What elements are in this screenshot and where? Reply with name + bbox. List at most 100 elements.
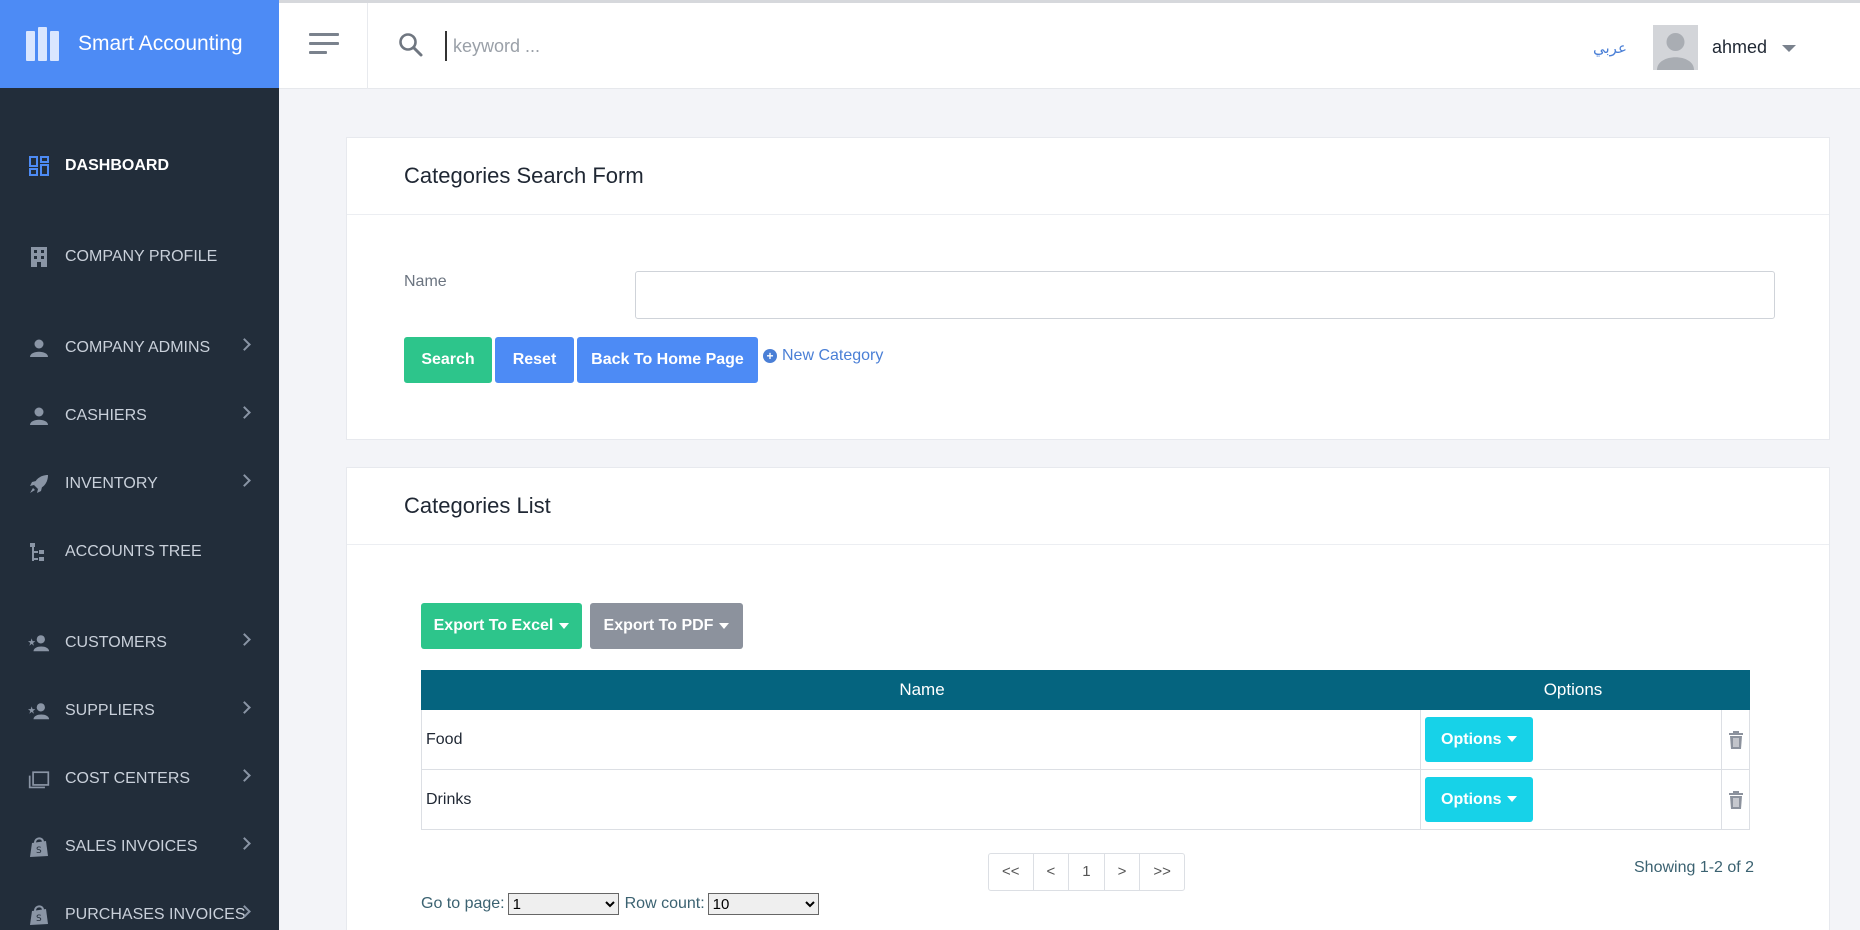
pager-next[interactable]: > (1103, 854, 1140, 890)
row-count-select[interactable]: 10 (707, 893, 819, 915)
svg-text:S: S (36, 846, 42, 856)
caret-down-icon (1507, 796, 1518, 803)
pager-first[interactable]: << (989, 854, 1033, 890)
table-body: Food Options Drinks Options (421, 710, 1750, 830)
export-pdf-label: Export To PDF (603, 617, 714, 634)
new-category-link[interactable]: + New Category (763, 347, 883, 365)
caret-down-icon (719, 623, 730, 629)
row-name: Drinks (422, 770, 1422, 829)
row-count-label: Row count: (624, 895, 705, 912)
chevron-right-icon (238, 633, 251, 646)
shopping-bag-icon: S (28, 904, 50, 926)
sidebar-item-customers[interactable]: CUSTOMERS (0, 623, 279, 663)
sidebar-item-label: SUPPLIERS (65, 702, 155, 719)
categories-list-card: Categories List Export To Excel Export T… (346, 467, 1830, 930)
options-label: Options (1441, 730, 1502, 748)
app-name: Smart Accounting (78, 32, 243, 55)
sidebar-item-accounts-tree[interactable]: ACCOUNTS TREE (0, 532, 279, 572)
sidebar-item-company-profile[interactable]: COMPANY PROFILE (0, 237, 279, 277)
tree-icon (28, 541, 50, 563)
pager-current[interactable]: 1 (1068, 854, 1103, 890)
chevron-right-icon (238, 769, 251, 782)
person-star-icon (28, 632, 50, 654)
back-to-home-button[interactable]: Back To Home Page (577, 337, 758, 383)
reset-button[interactable]: Reset (495, 337, 574, 383)
rocket-icon (28, 473, 50, 495)
sidebar-item-cost-centers[interactable]: COST CENTERS (0, 759, 279, 799)
sidebar-item-label: COMPANY PROFILE (65, 248, 218, 265)
search-icon[interactable] (397, 31, 425, 59)
row-options-cell: Options (1421, 710, 1723, 769)
export-excel-button[interactable]: Export To Excel (421, 603, 582, 649)
brand[interactable]: Smart Accounting (0, 0, 279, 88)
categories-list-title: Categories List (347, 468, 1829, 545)
categories-table: Name Options Food Options Drinks Options (421, 670, 1750, 830)
name-input[interactable] (635, 271, 1775, 319)
go-to-page-select[interactable]: 1 (507, 893, 619, 915)
username[interactable]: ahmed (1712, 37, 1767, 58)
column-header-name[interactable]: Name (421, 680, 1423, 700)
options-label: Options (1441, 790, 1502, 808)
trash-icon[interactable] (1728, 730, 1744, 749)
pagination: << < 1 > >> (988, 853, 1185, 891)
export-excel-label: Export To Excel (433, 617, 554, 634)
sidebar-item-inventory[interactable]: INVENTORY (0, 464, 279, 504)
sidebar-item-cashiers[interactable]: CASHIERS (0, 396, 279, 436)
search-button[interactable]: Search (404, 337, 492, 383)
menu-toggle-icon[interactable] (309, 33, 339, 59)
sidebar-item-label: CUSTOMERS (65, 634, 167, 651)
user-menu-caret-icon[interactable] (1782, 45, 1796, 52)
person-icon (28, 405, 50, 427)
row-name: Food (422, 710, 1422, 769)
sidebar-item-label: COST CENTERS (65, 770, 191, 787)
table-header: Name Options (421, 670, 1750, 710)
person-icon (28, 337, 50, 359)
sidebar-item-sales-invoices[interactable]: S SALES INVOICES (0, 827, 279, 867)
name-label: Name (404, 273, 447, 290)
row-options-button[interactable]: Options (1425, 777, 1534, 822)
search-input[interactable] (445, 31, 945, 61)
plus-circle-icon: + (763, 349, 777, 363)
go-to-page-label: Go to page: (421, 895, 505, 912)
sidebar-item-label: CASHIERS (65, 407, 147, 424)
chevron-right-icon (238, 474, 251, 487)
chevron-right-icon (238, 406, 251, 419)
sidebar-item-label: INVENTORY (65, 475, 158, 492)
row-options-button[interactable]: Options (1425, 717, 1534, 762)
page-controls: Go to page: 1 Row count: 10 (421, 893, 825, 915)
search-form-title: Categories Search Form (347, 138, 1829, 215)
trash-icon[interactable] (1728, 790, 1744, 809)
avatar[interactable] (1653, 25, 1698, 70)
sidebar-item-purchases-invoices[interactable]: S PURCHASES INVOICES (0, 895, 279, 930)
chevron-right-icon (238, 701, 251, 714)
language-switch-link[interactable]: عربي (1593, 39, 1627, 57)
caret-down-icon (559, 623, 570, 629)
sidebar-item-dashboard[interactable]: DASHBOARD (0, 146, 279, 186)
folders-icon (28, 768, 50, 790)
shopping-bag-icon: S (28, 836, 50, 858)
pager-last[interactable]: >> (1139, 854, 1184, 890)
person-star-icon (28, 700, 50, 722)
sidebar-item-company-admins[interactable]: COMPANY ADMINS (0, 328, 279, 368)
row-delete-cell (1722, 710, 1749, 769)
new-category-label: New Category (782, 347, 884, 364)
sidebar-item-label: SALES INVOICES (65, 838, 198, 855)
sidebar-item-label: PURCHASES INVOICES (65, 906, 246, 923)
showing-count: Showing 1-2 of 2 (1634, 859, 1755, 876)
building-icon (28, 246, 50, 268)
export-pdf-button[interactable]: Export To PDF (590, 603, 743, 649)
svg-text:S: S (36, 914, 42, 924)
row-options-cell: Options (1421, 770, 1723, 829)
pager-prev[interactable]: < (1032, 854, 1069, 890)
divider (367, 3, 368, 89)
table-row: Food Options (421, 710, 1750, 770)
topbar: عربي ahmed (279, 0, 1860, 89)
sidebar-item-suppliers[interactable]: SUPPLIERS (0, 691, 279, 731)
chevron-right-icon (238, 338, 251, 351)
sidebar-item-label: DASHBOARD (65, 157, 169, 174)
table-row: Drinks Options (421, 770, 1750, 830)
app-logo-icon (26, 27, 60, 61)
dashboard-icon (28, 155, 50, 177)
chevron-right-icon (238, 837, 251, 850)
sidebar-item-label: ACCOUNTS TREE (65, 543, 202, 560)
